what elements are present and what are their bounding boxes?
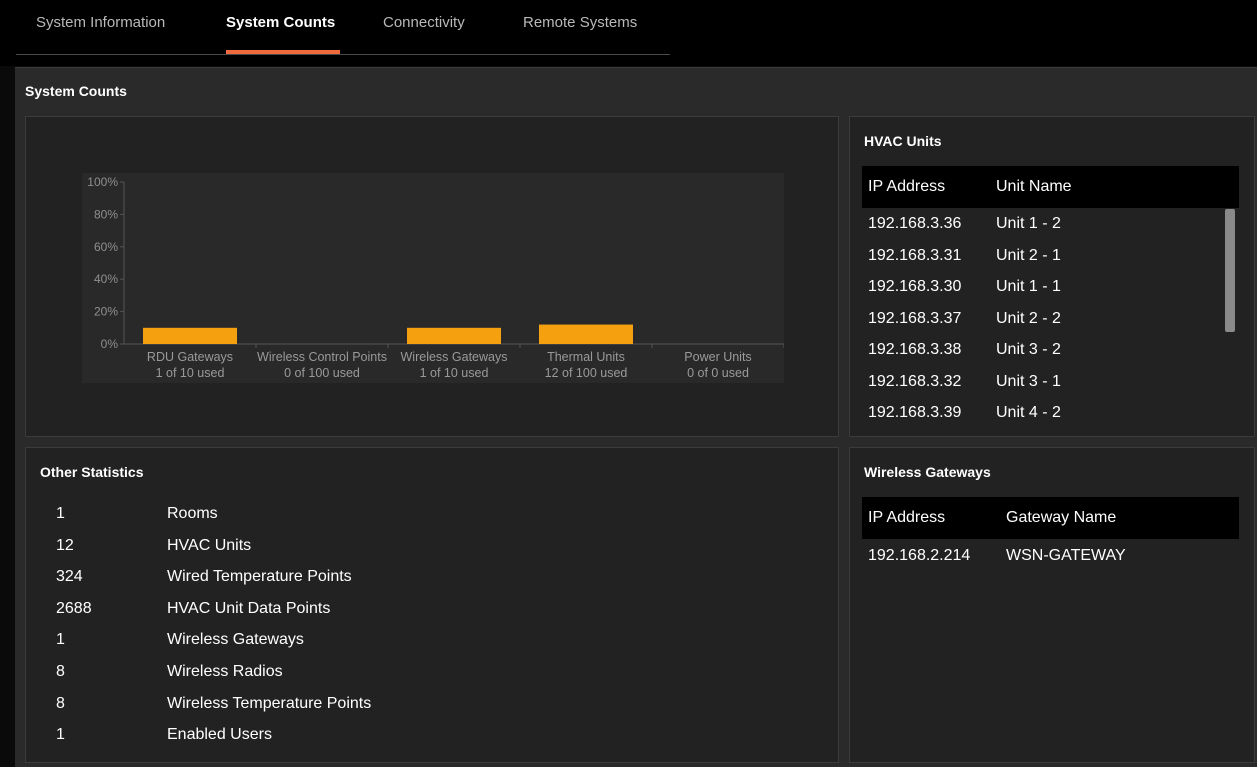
hvac-scrollbar[interactable] <box>1225 209 1235 332</box>
statistic-label: Enabled Users <box>167 726 272 744</box>
x-category-usage-label: 12 of 100 used <box>545 366 628 380</box>
bar-thermal-units[interactable] <box>539 324 633 344</box>
x-category-label: Wireless Control Points <box>257 350 387 364</box>
hvac-row-ip: 192.168.3.32 <box>868 372 962 390</box>
gateway-row-name: WSN-GATEWAY <box>1006 547 1126 564</box>
system-counts-panel: System Counts 100% 80% 60% 40% 20% 0% RDU Gate… <box>15 67 1257 767</box>
hvac-row-name: Unit 4 - 2 <box>996 404 1061 421</box>
hvac-table-row[interactable]: 192.168.3.37 Unit 2 - 2 <box>862 304 1222 335</box>
statistic-value: 12 <box>56 536 74 554</box>
hvac-units-card: HVAC Units IP Address Unit Name 192.168.… <box>849 116 1255 437</box>
statistic-value: 1 <box>56 631 65 649</box>
x-category-usage-label: 1 of 10 used <box>156 366 225 380</box>
y-tick-label: 100% <box>87 175 118 189</box>
hvac-row-name: Unit 2 - 1 <box>996 246 1061 264</box>
hvac-col-name[interactable]: Unit Name <box>996 178 1072 196</box>
hvac-row-ip: 192.168.3.38 <box>868 341 962 358</box>
statistic-row: 324 Wired Temperature Points <box>50 564 750 594</box>
hvac-table-row[interactable]: 192.168.3.38 Unit 3 - 2 <box>862 335 1222 366</box>
hvac-table-row[interactable]: 192.168.3.30 Unit 1 - 1 <box>862 272 1222 303</box>
hvac-table-row[interactable]: 192.168.3.39 Unit 4 - 2 <box>862 398 1222 429</box>
hvac-table-row[interactable]: 192.168.3.32 Unit 3 - 1 <box>862 367 1222 398</box>
hvac-row-ip: 192.168.3.37 <box>868 309 962 327</box>
wireless-gateways-card: Wireless Gateways IP Address Gateway Nam… <box>849 447 1255 763</box>
tab-bar: System Information System Counts Connect… <box>0 0 1257 66</box>
hvac-col-ip[interactable]: IP Address <box>868 178 945 196</box>
hvac-row-ip: 192.168.3.39 <box>868 404 962 421</box>
y-tick-label: 0% <box>101 337 119 351</box>
statistic-label: Wired Temperature Points <box>167 568 352 586</box>
statistic-row: 12 HVAC Units <box>50 533 750 563</box>
statistic-label: Rooms <box>167 505 218 522</box>
hvac-row-name: Unit 1 - 1 <box>996 278 1061 295</box>
statistic-value: 8 <box>56 694 65 712</box>
bar-wireless-gateways[interactable] <box>407 327 501 344</box>
other-statistics-card: Other Statistics 1 Rooms 12 HVAC Units 324 Wi… <box>25 447 839 763</box>
x-category-usage-label: 1 of 10 used <box>420 366 489 380</box>
x-category-label: Power Units <box>684 350 751 364</box>
hvac-units-title: HVAC Units <box>864 133 942 149</box>
hvac-row-name: Unit 3 - 1 <box>996 372 1061 390</box>
statistic-label: Wireless Gateways <box>167 631 304 649</box>
statistic-value: 2688 <box>56 599 92 617</box>
gateway-col-ip[interactable]: IP Address <box>868 509 945 527</box>
hvac-row-name: Unit 2 - 2 <box>996 309 1061 327</box>
statistic-row: 1 Rooms <box>50 501 750 531</box>
hvac-row-ip: 192.168.3.31 <box>868 246 962 264</box>
hvac-row-ip: 192.168.3.36 <box>868 215 962 232</box>
gateway-row-ip: 192.168.2.214 <box>868 547 971 564</box>
hvac-table-row[interactable]: 192.168.3.36 Unit 1 - 2 <box>862 209 1222 240</box>
statistic-label: HVAC Units <box>167 536 252 554</box>
usage-chart: 100% 80% 60% 40% 20% 0% RDU Gateways 1 of 10 us… <box>82 173 784 383</box>
statistic-label: HVAC Unit Data Points <box>167 599 331 617</box>
statistic-value: 324 <box>56 568 83 586</box>
usage-chart-svg: 100% 80% 60% 40% 20% 0% RDU Gateways 1 of 10 us… <box>87 175 784 380</box>
gateway-table-row[interactable]: 192.168.2.214 WSN-GATEWAY <box>862 541 1222 572</box>
x-category-usage-label: 0 of 100 used <box>284 366 360 380</box>
statistic-value: 8 <box>56 663 65 680</box>
y-tick-label: 40% <box>94 272 118 286</box>
statistic-row: 2688 HVAC Unit Data Points <box>50 596 750 626</box>
statistic-row: 8 Wireless Radios <box>50 659 750 689</box>
x-category-label: Thermal Units <box>547 350 625 364</box>
tab-remote-systems[interactable]: Remote Systems <box>523 14 637 31</box>
hvac-row-ip: 192.168.3.30 <box>868 278 962 295</box>
statistic-row: 1 Enabled Users <box>50 722 750 752</box>
gateway-col-name[interactable]: Gateway Name <box>1006 509 1116 527</box>
tab-system-counts[interactable]: System Counts <box>226 14 335 31</box>
x-category-label: RDU Gateways <box>147 350 233 364</box>
tab-connectivity[interactable]: Connectivity <box>383 14 465 31</box>
other-statistics-title: Other Statistics <box>40 464 144 480</box>
statistic-row: 8 Wireless Temperature Points <box>50 691 750 721</box>
panel-title: System Counts <box>25 83 127 99</box>
statistic-value: 1 <box>56 726 65 744</box>
statistic-label: Wireless Radios <box>167 663 283 680</box>
tab-system-information[interactable]: System Information <box>36 14 165 31</box>
statistic-label: Wireless Temperature Points <box>167 694 372 712</box>
gateway-table-header: IP Address Gateway Name <box>862 497 1239 539</box>
tab-divider <box>16 54 670 55</box>
x-category-label: Wireless Gateways <box>401 350 508 364</box>
hvac-table-header: IP Address Unit Name <box>862 166 1239 208</box>
hvac-row-name: Unit 3 - 2 <box>996 341 1061 358</box>
statistic-value: 1 <box>56 505 65 522</box>
hvac-row-name: Unit 1 - 2 <box>996 215 1061 232</box>
y-tick-label: 80% <box>94 207 118 221</box>
y-tick-label: 20% <box>94 305 118 319</box>
hvac-table-row[interactable]: 192.168.3.31 Unit 2 - 1 <box>862 241 1222 272</box>
statistic-row: 1 Wireless Gateways <box>50 627 750 657</box>
x-category-usage-label: 0 of 0 used <box>687 366 749 380</box>
usage-chart-card: 100% 80% 60% 40% 20% 0% RDU Gateways 1 of 10 us… <box>25 116 839 437</box>
bar-rdu-gateways[interactable] <box>143 327 237 344</box>
wireless-gateways-title: Wireless Gateways <box>864 464 991 480</box>
y-tick-label: 60% <box>94 240 118 254</box>
